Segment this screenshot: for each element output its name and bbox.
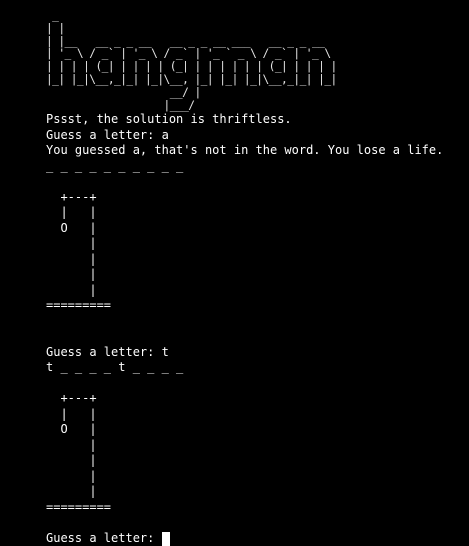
round2-prompt: Guess a letter: t	[46, 344, 169, 359]
round1-word-progress: _ _ _ _ _ _ _ _ _ _	[46, 158, 184, 173]
round2-word-progress: t _ _ _ _ t _ _ _ _	[46, 360, 184, 375]
terminal-window[interactable]: _ | | | |__ __ _ _ __ __ _ _ __ ___ __ _…	[0, 0, 469, 546]
round2-gallows: +---+ | | O | | | | | =========	[46, 391, 112, 514]
hangman-ascii-title: _ | | | |__ __ _ _ __ __ _ _ __ ___ __ _…	[46, 9, 337, 112]
text-cursor[interactable]	[161, 531, 170, 546]
current-prompt: Guess a letter:	[46, 530, 162, 545]
current-input-line[interactable]: Guess a letter:	[46, 531, 469, 546]
round1-prompt: Guess a letter: a	[46, 127, 169, 142]
round1-feedback: You guessed a, that's not in the word. Y…	[46, 143, 444, 158]
hint-line: Pssst, the solution is thriftless.	[46, 112, 292, 127]
round1-gallows: +---+ | | O | | | | | =========	[46, 189, 112, 313]
